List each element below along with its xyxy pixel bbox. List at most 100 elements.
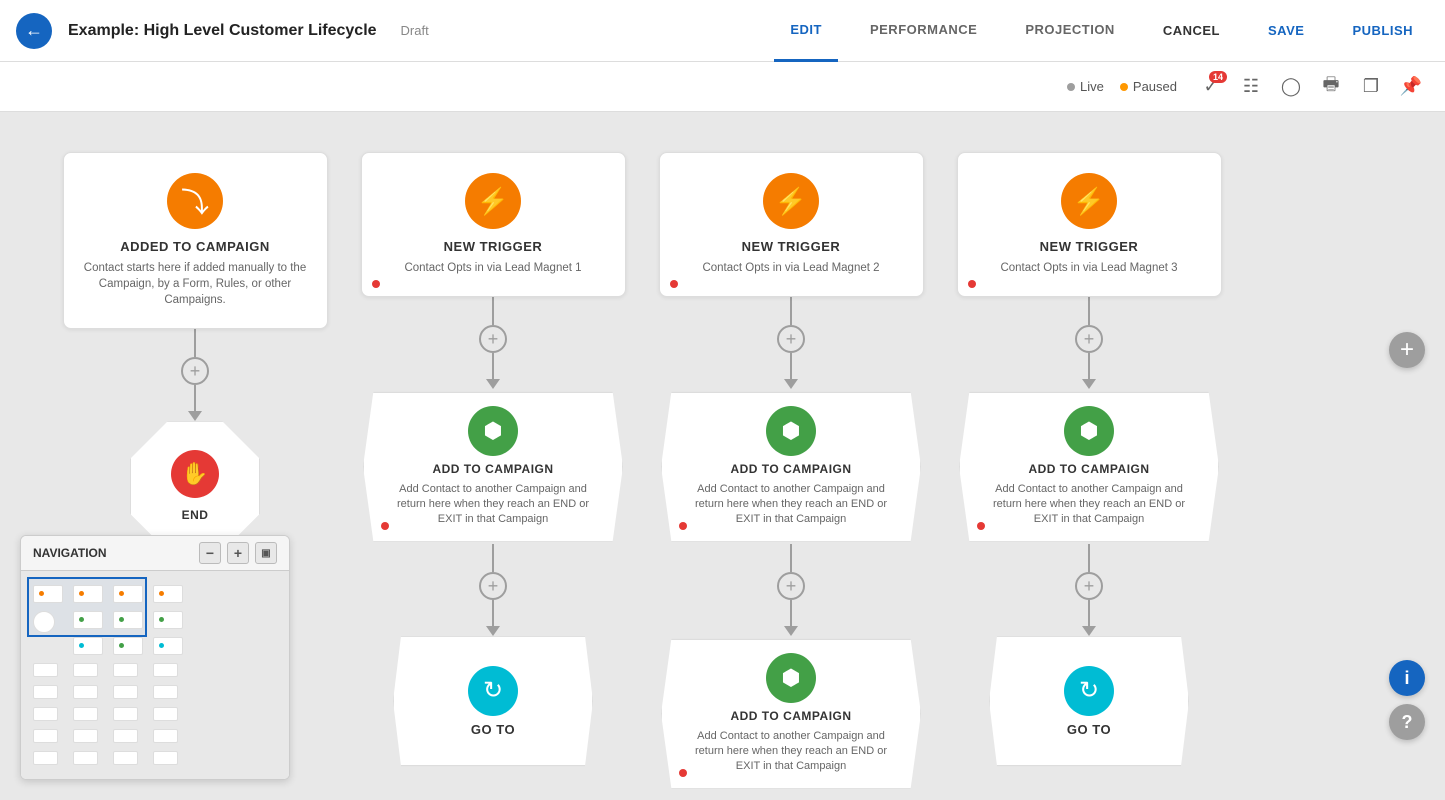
trigger-status-2: [372, 280, 380, 288]
trigger-card-4[interactable]: ⚡ NEW TRIGGER Contact Opts in via Lead M…: [957, 152, 1222, 297]
arrow-2a: [486, 379, 500, 389]
trigger-card-3[interactable]: ⚡ NEW TRIGGER Contact Opts in via Lead M…: [659, 152, 924, 297]
arrow-2b: [486, 626, 500, 636]
page-title: Example: High Level Customer Lifecycle: [68, 22, 377, 40]
goto-icon-4: ↻: [1064, 666, 1114, 716]
mini-node-r6d: [153, 707, 178, 721]
add-column-button[interactable]: +: [1389, 332, 1425, 368]
history-icon[interactable]: ◯: [1273, 69, 1309, 105]
arrow-1a: [188, 411, 202, 421]
line-2d: [492, 600, 494, 628]
trigger-card-1[interactable]: ⤵ ADDED TO CAMPAIGN Contact starts here …: [63, 152, 328, 329]
zoom-out-button[interactable]: −: [199, 542, 221, 564]
live-label: Live: [1080, 79, 1104, 94]
campaign-status-2: [381, 522, 389, 530]
campaign-node-2[interactable]: ⬢ ADD TO CAMPAIGN Add Contact to another…: [361, 389, 626, 544]
help-button[interactable]: ?: [1389, 704, 1425, 740]
task-badge: 14: [1209, 71, 1227, 83]
trigger-icon-2: ⚡: [465, 173, 521, 229]
add-step-btn-2a[interactable]: +: [479, 325, 507, 353]
goto-node-4[interactable]: ↻ GO TO: [957, 636, 1222, 766]
cancel-button[interactable]: CANCEL: [1147, 0, 1236, 62]
mini-node-5: [73, 611, 103, 629]
info-button[interactable]: i: [1389, 660, 1425, 696]
add-step-btn-3b[interactable]: +: [777, 572, 805, 600]
zoom-in-button[interactable]: +: [227, 542, 249, 564]
trigger-title-1: ADDED TO CAMPAIGN: [80, 239, 311, 254]
trigger-desc-4: Contact Opts in via Lead Magnet 3: [974, 260, 1205, 276]
mini-node-2: [73, 585, 103, 603]
trigger-status-3: [670, 280, 678, 288]
campaign-node-3a[interactable]: ⬢ ADD TO CAMPAIGN Add Contact to another…: [659, 389, 924, 544]
trigger-icon-3: ⚡: [763, 173, 819, 229]
line-4d: [1088, 600, 1090, 628]
print-icon[interactable]: 🖶: [1313, 69, 1349, 105]
campaign-desc-2: Add Contact to another Campaign and retu…: [388, 482, 598, 528]
publish-button[interactable]: PUBLISH: [1336, 0, 1429, 62]
pin-icon[interactable]: 📌: [1393, 69, 1429, 105]
end-title: END: [182, 508, 209, 522]
line-4b: [1088, 353, 1090, 381]
goto-node-2[interactable]: ↻ GO TO: [361, 636, 626, 766]
mini-node-r4b: [73, 663, 98, 677]
save-button[interactable]: SAVE: [1252, 0, 1320, 62]
tab-projection[interactable]: PROJECTION: [1009, 0, 1131, 62]
connector-2a: +: [479, 297, 507, 389]
back-button[interactable]: ←: [16, 13, 52, 49]
add-step-btn-1a[interactable]: +: [181, 357, 209, 385]
end-icon: ✋: [171, 450, 219, 498]
draft-status: Draft: [401, 23, 429, 38]
connector-3a: +: [777, 297, 805, 389]
mini-node-4: [153, 585, 183, 603]
mini-node-r5c: [113, 685, 138, 699]
mini-node-r6b: [73, 707, 98, 721]
mini-node-r6c: [113, 707, 138, 721]
mini-node-7: [153, 611, 183, 629]
line-2a: [492, 297, 494, 325]
mini-node-6: [113, 611, 143, 629]
live-dot: [1067, 83, 1075, 91]
campaign-node-4[interactable]: ⬢ ADD TO CAMPAIGN Add Contact to another…: [957, 389, 1222, 544]
mini-node-r5d: [153, 685, 178, 699]
fit-button[interactable]: ▣: [255, 542, 277, 564]
workflow-col-4: ⚡ NEW TRIGGER Contact Opts in via Lead M…: [954, 152, 1224, 791]
add-step-btn-3a[interactable]: +: [777, 325, 805, 353]
mini-node-r5b: [73, 685, 98, 699]
line-1a: [194, 329, 196, 357]
mini-node-r7b: [73, 729, 98, 743]
campaign-title-2: ADD TO CAMPAIGN: [432, 462, 553, 476]
navigation-panel: NAVIGATION − + ▣: [20, 535, 290, 780]
connector-1a: +: [181, 329, 209, 421]
add-step-btn-4a[interactable]: +: [1075, 325, 1103, 353]
trigger-title-3: NEW TRIGGER: [676, 239, 907, 254]
campaign-icon-2: ⬢: [468, 406, 518, 456]
campaign-status-4: [977, 522, 985, 530]
share-icon[interactable]: ❐: [1353, 69, 1389, 105]
campaign-hex-3a: ⬢ ADD TO CAMPAIGN Add Contact to another…: [661, 392, 921, 542]
campaign-node-3b[interactable]: ⬢ ADD TO CAMPAIGN Add Contact to another…: [659, 636, 924, 791]
campaign-hex-2: ⬢ ADD TO CAMPAIGN Add Contact to another…: [363, 392, 623, 542]
goto-icon-2: ↻: [468, 666, 518, 716]
tab-performance[interactable]: PERFORMANCE: [854, 0, 993, 62]
chat-icon[interactable]: ☷: [1233, 69, 1269, 105]
add-column-button-wrap: +: [1389, 332, 1425, 368]
arrow-3a: [784, 379, 798, 389]
goto-hex-2: ↻ GO TO: [393, 636, 593, 766]
mini-node-r7d: [153, 729, 178, 743]
line-3c: [790, 544, 792, 572]
campaign-hex-3b: ⬢ ADD TO CAMPAIGN Add Contact to another…: [661, 639, 921, 789]
trigger-desc-2: Contact Opts in via Lead Magnet 1: [378, 260, 609, 276]
tasks-icon[interactable]: ✓ 14: [1193, 69, 1229, 105]
trigger-card-2[interactable]: ⚡ NEW TRIGGER Contact Opts in via Lead M…: [361, 152, 626, 297]
nav-mini-canvas[interactable]: [25, 575, 283, 775]
trigger-title-2: NEW TRIGGER: [378, 239, 609, 254]
end-node[interactable]: ✋ END: [125, 421, 265, 551]
workflow-col-3: ⚡ NEW TRIGGER Contact Opts in via Lead M…: [656, 152, 926, 791]
mini-node-r8d: [153, 751, 178, 765]
mini-node-r4c: [113, 663, 138, 677]
trigger-icon-4: ⚡: [1061, 173, 1117, 229]
tab-edit[interactable]: EDIT: [774, 0, 838, 62]
add-step-btn-2b[interactable]: +: [479, 572, 507, 600]
trigger-title-4: NEW TRIGGER: [974, 239, 1205, 254]
add-step-btn-4b[interactable]: +: [1075, 572, 1103, 600]
